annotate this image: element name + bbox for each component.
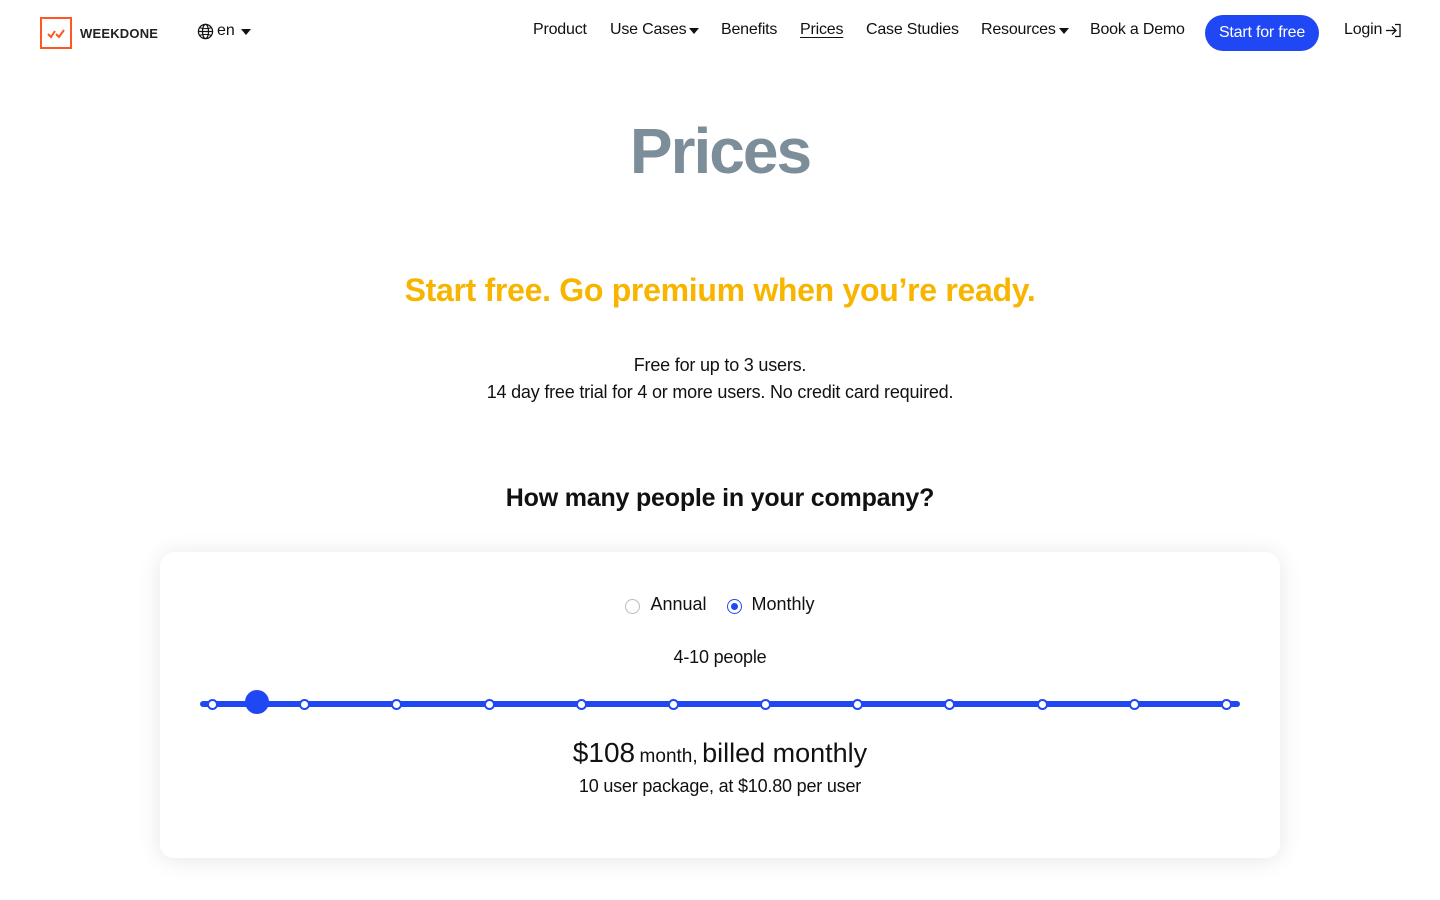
language-label: en — [217, 22, 235, 39]
slider-step[interactable] — [1037, 699, 1048, 710]
slider-step[interactable] — [944, 699, 955, 710]
chevron-down-icon — [1058, 28, 1069, 34]
billing-period: billed monthly — [702, 738, 868, 768]
billing-option-monthly[interactable]: Monthly — [726, 594, 815, 615]
chevron-down-icon — [689, 28, 700, 34]
login-icon — [1386, 23, 1401, 37]
nav-benefits[interactable]: Benefits — [721, 21, 777, 39]
nav-book-demo[interactable]: Book a Demo — [1090, 21, 1185, 39]
weekdone-logo-icon — [40, 17, 72, 49]
tagline: Start free. Go premium when you’re ready… — [404, 272, 1036, 308]
price-summary: $108 month, billed monthly — [160, 737, 1280, 769]
per-user-price: 10 user package, at $10.80 per user — [578, 776, 862, 796]
slider-step[interactable] — [760, 699, 771, 710]
company-size-question: How many people in your company? — [505, 484, 935, 512]
slider-step[interactable] — [852, 699, 863, 710]
nav-benefits-label: Benefits — [721, 21, 778, 38]
pricing-card: Annual Monthly 4-10 people $108 month, b… — [160, 552, 1280, 858]
language-selector[interactable]: en — [197, 22, 251, 40]
trial-text: 14 day free trial for 4 or more users. N… — [486, 382, 954, 402]
slider-step[interactable] — [207, 699, 218, 710]
weekdone-logo[interactable]: WEEKDONE — [40, 17, 158, 49]
nav-product[interactable]: Product — [533, 21, 587, 39]
nav-use-cases[interactable]: Use Cases — [610, 21, 700, 39]
page-title: Prices — [629, 115, 812, 187]
login-label: Login — [1344, 21, 1383, 38]
slider-step[interactable] — [391, 699, 402, 710]
team-size-slider-track[interactable] — [200, 701, 1240, 707]
globe-icon — [197, 23, 214, 39]
billing-option-annual[interactable]: Annual — [625, 594, 707, 615]
slider-step[interactable] — [484, 699, 495, 710]
nav-resources-label: Resources — [981, 21, 1056, 38]
slider-step[interactable] — [1221, 699, 1232, 710]
logo-text: WEEKDONE — [80, 25, 159, 41]
nav-book-demo-label: Book a Demo — [1090, 21, 1185, 38]
slider-step[interactable] — [1129, 699, 1140, 710]
free-users-text: Free for up to 3 users. — [633, 355, 807, 375]
login-link[interactable]: Login — [1344, 21, 1402, 39]
price-amount: $108 — [572, 737, 636, 768]
annual-label: Annual — [650, 594, 707, 614]
people-range-label: 4-10 people — [673, 647, 767, 667]
slider-step[interactable] — [299, 699, 310, 710]
slider-step[interactable] — [576, 699, 587, 710]
team-size-slider-thumb[interactable] — [245, 690, 269, 714]
nav-resources[interactable]: Resources — [981, 21, 1069, 39]
monthly-radio[interactable] — [726, 598, 742, 614]
price-unit: month, — [639, 746, 698, 767]
nav-prices[interactable]: Prices — [800, 21, 843, 39]
start-for-free-button[interactable]: Start for free — [1205, 15, 1319, 51]
nav-product-label: Product — [533, 21, 587, 38]
billing-toggle: Annual Monthly — [160, 594, 1280, 615]
nav-case-studies[interactable]: Case Studies — [866, 21, 959, 39]
slider-step[interactable] — [668, 699, 679, 710]
monthly-label: Monthly — [751, 594, 815, 614]
annual-radio[interactable] — [625, 598, 641, 614]
chevron-down-icon — [240, 29, 251, 35]
site-header: WEEKDONE en Product Use Cases Benefits P… — [0, 0, 1440, 64]
nav-case-studies-label: Case Studies — [866, 21, 959, 38]
nav-prices-label: Prices — [800, 21, 844, 38]
nav-use-cases-label: Use Cases — [610, 21, 687, 38]
